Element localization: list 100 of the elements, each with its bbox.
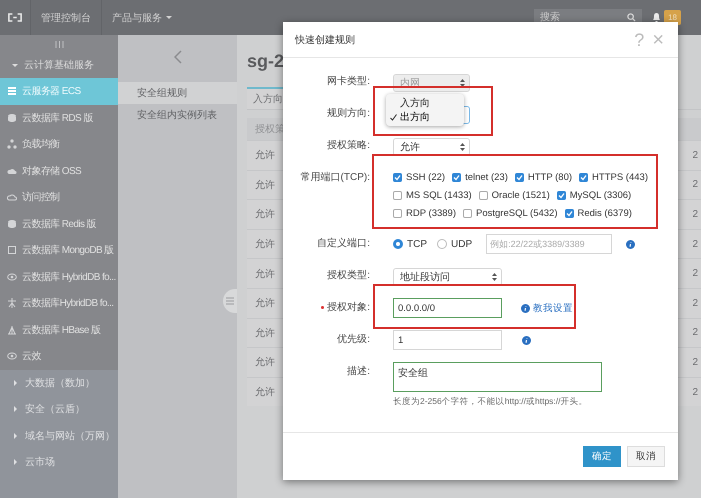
sidebar-group[interactable]: 云市场 — [0, 449, 55, 476]
checkbox[interactable]: PostgreSQL (5432) — [463, 208, 558, 218]
info-icon — [521, 304, 530, 312]
checkbox[interactable]: Redis (6379) — [564, 208, 632, 218]
table-cell-text: 2 — [692, 179, 699, 190]
caret-icon — [14, 432, 17, 439]
close-button[interactable]: × — [652, 30, 664, 50]
checkbox[interactable]: telnet (23) — [452, 172, 508, 182]
database-icon — [7, 112, 17, 123]
checkbox[interactable]: SSH (22) — [393, 172, 446, 182]
port-input[interactable]: 例如:22/22或3389/3389 — [486, 234, 612, 254]
menu-option[interactable]: 出方向 — [386, 110, 464, 124]
menu-option[interactable]: 入方向 — [386, 96, 464, 110]
subnav-item[interactable]: 安全组内实例列表 — [118, 104, 237, 126]
sidebar-item[interactable]: 云数据库 RDS 版 — [0, 104, 118, 131]
logo-icon[interactable] — [8, 13, 22, 22]
table-cell-text: 2 — [692, 386, 699, 398]
table-cell-text: 允许 — [254, 386, 275, 400]
sidebar-group[interactable]: 安全（云盾） — [0, 396, 85, 422]
check-icon — [580, 174, 588, 180]
sidebar-item[interactable]: 云数据库 MongoDB 版 — [0, 237, 118, 264]
sidebar-group[interactable]: 域名与网站（万网） — [0, 422, 115, 449]
confirm-button[interactable]: 确定 — [583, 446, 621, 467]
caret-icon — [12, 64, 18, 66]
database-icon — [7, 218, 17, 229]
caret-icon — [14, 380, 17, 386]
table-cell-text: 允许 — [254, 326, 275, 340]
checkbox[interactable]: RDP (3389) — [393, 208, 456, 218]
info-icon[interactable] — [522, 336, 531, 344]
checkbox[interactable]: MS SQL (1433) — [393, 190, 472, 200]
description-textarea[interactable]: 安全组 — [393, 362, 602, 392]
checkbox[interactable]: MySQL (3306) — [556, 190, 632, 200]
nodes-icon — [7, 139, 17, 150]
table-cell-text: 允许 — [254, 296, 275, 310]
sidebar-item[interactable]: 云服务器 ECS — [0, 78, 118, 104]
field-label: 描述: — [346, 364, 370, 379]
info-icon[interactable] — [626, 240, 636, 248]
table-cell-text: 2 — [692, 208, 699, 220]
updown-arrows-icon — [460, 78, 465, 86]
check-icon — [566, 210, 572, 216]
table-cell-text: 2 — [692, 150, 699, 161]
text-input[interactable]: 0.0.0.0/0 — [393, 298, 502, 318]
sidebar-item[interactable]: 云数据库 Redis 版 — [0, 210, 118, 237]
table-cell-text: 2 — [692, 356, 699, 368]
sidebar-item[interactable]: 云数据库 HBase 版 — [0, 316, 118, 343]
radio-button[interactable]: UDP — [437, 238, 472, 250]
table-cell-text: 2 — [692, 298, 699, 309]
sidebar-item[interactable]: 云效 — [0, 343, 118, 370]
sidebar-item[interactable]: 云数据库HybridDB fo... — [0, 290, 118, 316]
grip-icon[interactable] — [54, 41, 64, 48]
table-cell-text: 允许 — [254, 208, 275, 222]
text-input[interactable]: 1 — [393, 330, 502, 350]
cloud-outline-icon — [7, 192, 17, 202]
field-label: 优先级: — [336, 332, 370, 347]
field-label: 自定义端口: — [316, 236, 370, 251]
field-label: 常用端口(TCP): — [300, 170, 370, 185]
list-icon — [226, 297, 234, 305]
updown-arrows-icon — [492, 272, 497, 280]
field-label: 授权类型: — [326, 268, 370, 283]
caret-icon — [14, 459, 17, 466]
tower-icon — [7, 324, 17, 335]
check-icon — [390, 114, 397, 120]
sidebar-item[interactable]: 云数据库 HybridDB fo... — [0, 264, 118, 290]
checkbox[interactable]: HTTP (80) — [514, 172, 572, 182]
radio-button[interactable]: TCP — [393, 238, 427, 250]
help-button[interactable]: ? — [634, 30, 644, 48]
bell-icon[interactable] — [652, 12, 662, 23]
table-cell-text: 允许 — [254, 178, 275, 192]
checkbox[interactable]: Oracle (1521) — [478, 190, 550, 200]
select-field[interactable]: 地址段访问 — [393, 268, 502, 286]
sidebar-group[interactable]: 大数据（数加） — [0, 370, 95, 396]
eye-icon — [7, 351, 17, 362]
field-label: 规则方向: — [326, 106, 370, 121]
dialog-title: 快速创建规则 — [295, 34, 355, 46]
field-label: 网卡类型: — [326, 74, 370, 89]
help-link[interactable]: 教我设置 — [521, 302, 573, 314]
sidebar-item[interactable]: 负载均衡 — [0, 131, 118, 158]
checkbox[interactable]: HTTPS (443) — [579, 172, 648, 182]
check-icon — [453, 174, 460, 180]
subnav-item[interactable]: 安全组规则 — [118, 82, 237, 104]
table-cell-text: 2 — [692, 238, 699, 250]
cancel-button[interactable]: 取消 — [627, 446, 665, 467]
select-field[interactable]: 允许 — [393, 138, 470, 156]
table-cell-text: 2 — [692, 268, 699, 280]
sidebar-section[interactable]: 云计算基础服务 — [0, 52, 118, 78]
box-icon — [7, 245, 17, 256]
hint-text: 长度为2-256个字符，不能以http://或https://开头。 — [393, 396, 589, 408]
check-icon — [558, 192, 565, 198]
table-cell-text: 允许 — [254, 238, 275, 252]
check-icon — [516, 174, 523, 180]
table-cell-text: 允许 — [254, 356, 275, 370]
field-label: 授权策略: — [326, 138, 370, 153]
sidebar-item[interactable]: 访问控制 — [0, 184, 118, 210]
server-icon — [7, 86, 17, 96]
table-cell-text: 允许 — [254, 148, 275, 162]
table-cell-text: 2 — [692, 327, 699, 338]
page-title: sg-2 — [247, 51, 286, 73]
sidebar-item[interactable]: 对象存储 OSS — [0, 158, 118, 184]
search-icon[interactable] — [627, 13, 636, 22]
table-cell-text: 允许 — [254, 268, 275, 281]
